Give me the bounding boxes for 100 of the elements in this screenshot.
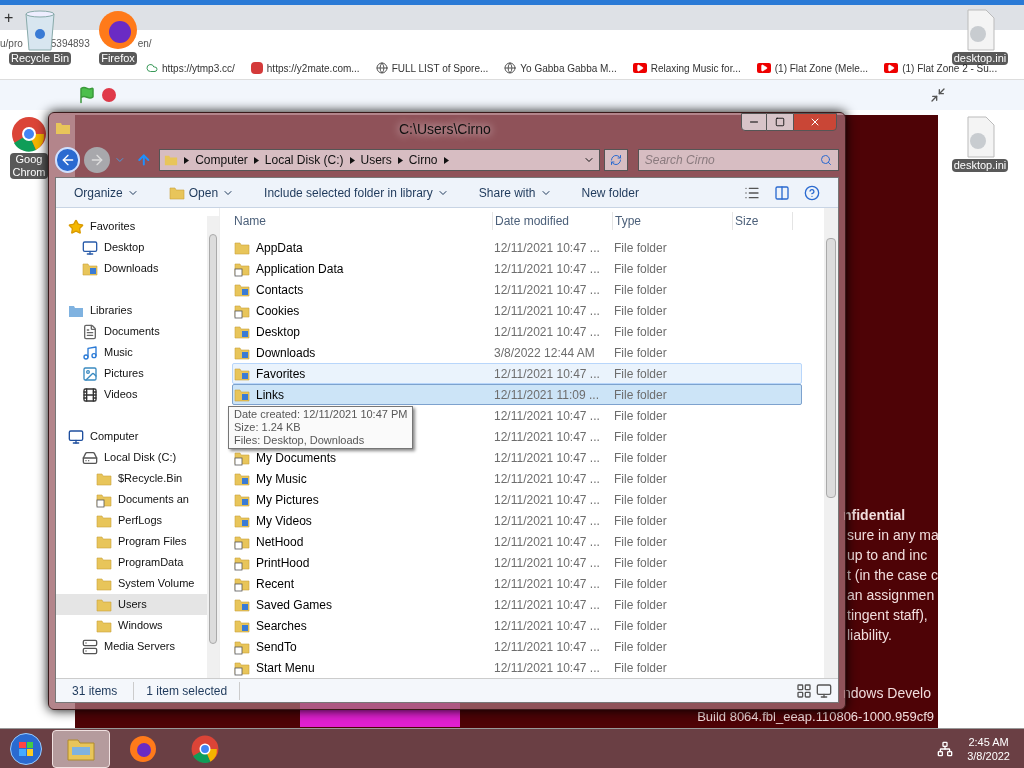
desktop-icon-label[interactable]: Recycle Bin bbox=[8, 52, 72, 65]
file-row[interactable]: Saved Games 12/11/2021 10:47 ... File folder bbox=[232, 594, 802, 615]
search-icon[interactable] bbox=[820, 154, 832, 166]
column-header[interactable]: Size bbox=[733, 211, 793, 230]
exit-fullscreen-icon[interactable] bbox=[930, 87, 946, 103]
nav-item[interactable]: $Recycle.Bin bbox=[56, 468, 207, 489]
bookmark-link[interactable]: https://y2mate.com... bbox=[266, 60, 360, 76]
file-row[interactable]: AppData 12/11/2021 10:47 ... File folder bbox=[232, 237, 802, 258]
nav-item[interactable]: ProgramData bbox=[56, 552, 207, 573]
file-name: My Documents bbox=[256, 449, 337, 467]
file-row[interactable]: Application Data 12/11/2021 10:47 ... File folder bbox=[232, 258, 802, 279]
scrollbar[interactable] bbox=[824, 208, 838, 678]
file-row[interactable]: My Videos 12/11/2021 10:47 ... File folder bbox=[232, 510, 802, 531]
bookmark-link[interactable]: (1) Flat Zone (Mele... bbox=[774, 60, 869, 76]
desktop-icon-label[interactable]: Firefox bbox=[99, 52, 137, 65]
nav-item[interactable]: Libraries bbox=[56, 300, 207, 321]
nav-item[interactable]: Pictures bbox=[56, 363, 207, 384]
maximize-button[interactable] bbox=[767, 113, 793, 131]
nav-item[interactable]: System Volume bbox=[56, 573, 207, 594]
nav-item[interactable]: Windows bbox=[56, 615, 207, 636]
command-button[interactable]: Organize bbox=[74, 183, 139, 202]
scrollbar[interactable] bbox=[207, 216, 219, 678]
file-row[interactable]: Start Menu 12/11/2021 10:47 ... File folder bbox=[232, 657, 802, 678]
taskbar-folder-button[interactable] bbox=[52, 729, 110, 768]
date-cell-text: 12/11/2021 10:47 ... bbox=[494, 302, 601, 320]
desktop-icon-label[interactable]: Goog Chrom bbox=[10, 153, 48, 179]
file-row[interactable]: PrintHood 12/11/2021 10:47 ... File folder bbox=[232, 552, 802, 573]
nav-item[interactable]: Users bbox=[56, 594, 207, 615]
file-row[interactable]: Links 12/11/2021 11:09 ... File folder bbox=[232, 384, 802, 405]
breadcrumb-item[interactable]: Computer bbox=[195, 151, 248, 169]
nav-item[interactable]: Documents bbox=[56, 321, 207, 342]
clock[interactable]: 2:45 AM 3/8/2022 bbox=[967, 734, 1010, 763]
large-icons-view-icon[interactable] bbox=[816, 682, 832, 699]
nav-item[interactable]: Program Files bbox=[56, 531, 207, 552]
preview-pane-icon[interactable] bbox=[774, 184, 790, 201]
type-cell-text: File folder bbox=[614, 428, 668, 446]
file-row[interactable]: Favorites 12/11/2021 10:47 ... File folder bbox=[232, 363, 802, 384]
firefox-icon bbox=[128, 733, 158, 764]
nav-item[interactable]: Desktop bbox=[56, 237, 207, 258]
type-cell-text: File folder bbox=[614, 260, 668, 278]
breadcrumb-item[interactable]: Local Disk (C:) bbox=[264, 151, 344, 169]
breadcrumb-arrow-icon[interactable] bbox=[397, 156, 403, 164]
file-row[interactable]: NetHood 12/11/2021 10:47 ... File folder bbox=[232, 531, 802, 552]
bookmark-link[interactable]: Yo Gabba Gabba M... bbox=[520, 60, 617, 76]
file-row[interactable]: Searches 12/11/2021 10:47 ... File folder bbox=[232, 615, 802, 636]
command-button[interactable]: New folder bbox=[581, 183, 639, 202]
column-header[interactable]: Type bbox=[613, 211, 733, 230]
nav-item[interactable]: Media Servers bbox=[56, 636, 207, 657]
bookmark-link[interactable]: FULL LIST of Spore... bbox=[391, 60, 489, 76]
breadcrumb-arrow-icon[interactable] bbox=[443, 156, 449, 164]
type-cell-text: File folder bbox=[614, 512, 668, 530]
bookmark-link[interactable]: Relaxing Music for... bbox=[650, 60, 741, 76]
nav-item[interactable]: Local Disk (C:) bbox=[56, 447, 207, 468]
search-input[interactable]: Search Cirno bbox=[644, 151, 820, 169]
nav-item[interactable]: PerfLogs bbox=[56, 510, 207, 531]
back-button[interactable] bbox=[55, 147, 81, 173]
forward-button[interactable] bbox=[84, 147, 110, 173]
nav-item[interactable]: Computer bbox=[56, 426, 207, 447]
command-button[interactable]: Share with bbox=[478, 183, 552, 202]
network-icon[interactable] bbox=[937, 740, 954, 757]
folder-icon bbox=[96, 533, 112, 550]
command-button[interactable]: Include selected folder in library bbox=[264, 183, 449, 202]
file-row[interactable]: Downloads 3/8/2022 12:44 AM File folder bbox=[232, 342, 802, 363]
address-text[interactable]: en/ bbox=[137, 36, 152, 51]
search-field[interactable]: Search Cirno bbox=[637, 149, 839, 171]
file-row[interactable]: SendTo 12/11/2021 10:47 ... File folder bbox=[232, 636, 802, 657]
breadcrumb-arrow-icon[interactable] bbox=[349, 156, 355, 164]
nav-item[interactable]: Documents an bbox=[56, 489, 207, 510]
breadcrumb-bar[interactable]: Computer Local Disk (C:) Users Cirno bbox=[159, 149, 601, 171]
nav-item[interactable]: Videos bbox=[56, 384, 207, 405]
minimize-button[interactable] bbox=[741, 113, 767, 131]
help-icon[interactable] bbox=[804, 184, 820, 201]
nav-item[interactable]: Music bbox=[56, 342, 207, 363]
nav-item[interactable]: Downloads bbox=[56, 258, 207, 279]
file-row[interactable]: My Music 12/11/2021 10:47 ... File folder bbox=[232, 468, 802, 489]
nav-item[interactable]: Favorites bbox=[56, 216, 207, 237]
breadcrumb-item[interactable]: Cirno bbox=[408, 151, 438, 169]
new-tab-button[interactable]: + bbox=[4, 5, 14, 30]
file-name: Application Data bbox=[256, 260, 344, 278]
flag-icon[interactable] bbox=[78, 86, 96, 104]
column-header[interactable]: Date modified bbox=[493, 211, 613, 230]
shortcut-folder-icon bbox=[234, 302, 250, 319]
file-row[interactable]: Contacts 12/11/2021 10:47 ... File folder bbox=[232, 279, 802, 300]
refresh-button[interactable] bbox=[604, 149, 628, 171]
file-row[interactable]: My Documents 12/11/2021 10:47 ... File folder bbox=[232, 447, 802, 468]
address-text[interactable]: u/pro bbox=[0, 36, 23, 51]
breadcrumb-item[interactable]: Users bbox=[360, 151, 392, 169]
breadcrumb-arrow-icon[interactable] bbox=[184, 156, 190, 164]
file-row[interactable]: My Pictures 12/11/2021 10:47 ... File folder bbox=[232, 489, 802, 510]
breadcrumb-arrow-icon[interactable] bbox=[253, 156, 259, 164]
details-view-icon[interactable] bbox=[796, 682, 812, 699]
command-button[interactable]: Open bbox=[168, 183, 235, 202]
file-row[interactable]: Desktop 12/11/2021 10:47 ... File folder bbox=[232, 321, 802, 342]
desktop-icon-label[interactable]: desktop.ini bbox=[951, 159, 1009, 172]
stop-icon[interactable] bbox=[102, 88, 116, 102]
file-row[interactable]: Cookies 12/11/2021 10:47 ... File folder bbox=[232, 300, 802, 321]
column-header[interactable]: Name bbox=[232, 211, 493, 230]
bookmark-link[interactable]: https://ytmp3.cc/ bbox=[162, 60, 235, 76]
file-row[interactable]: Recent 12/11/2021 10:47 ... File folder bbox=[232, 573, 802, 594]
desktop-icon-label[interactable]: desktop.ini bbox=[951, 52, 1009, 65]
